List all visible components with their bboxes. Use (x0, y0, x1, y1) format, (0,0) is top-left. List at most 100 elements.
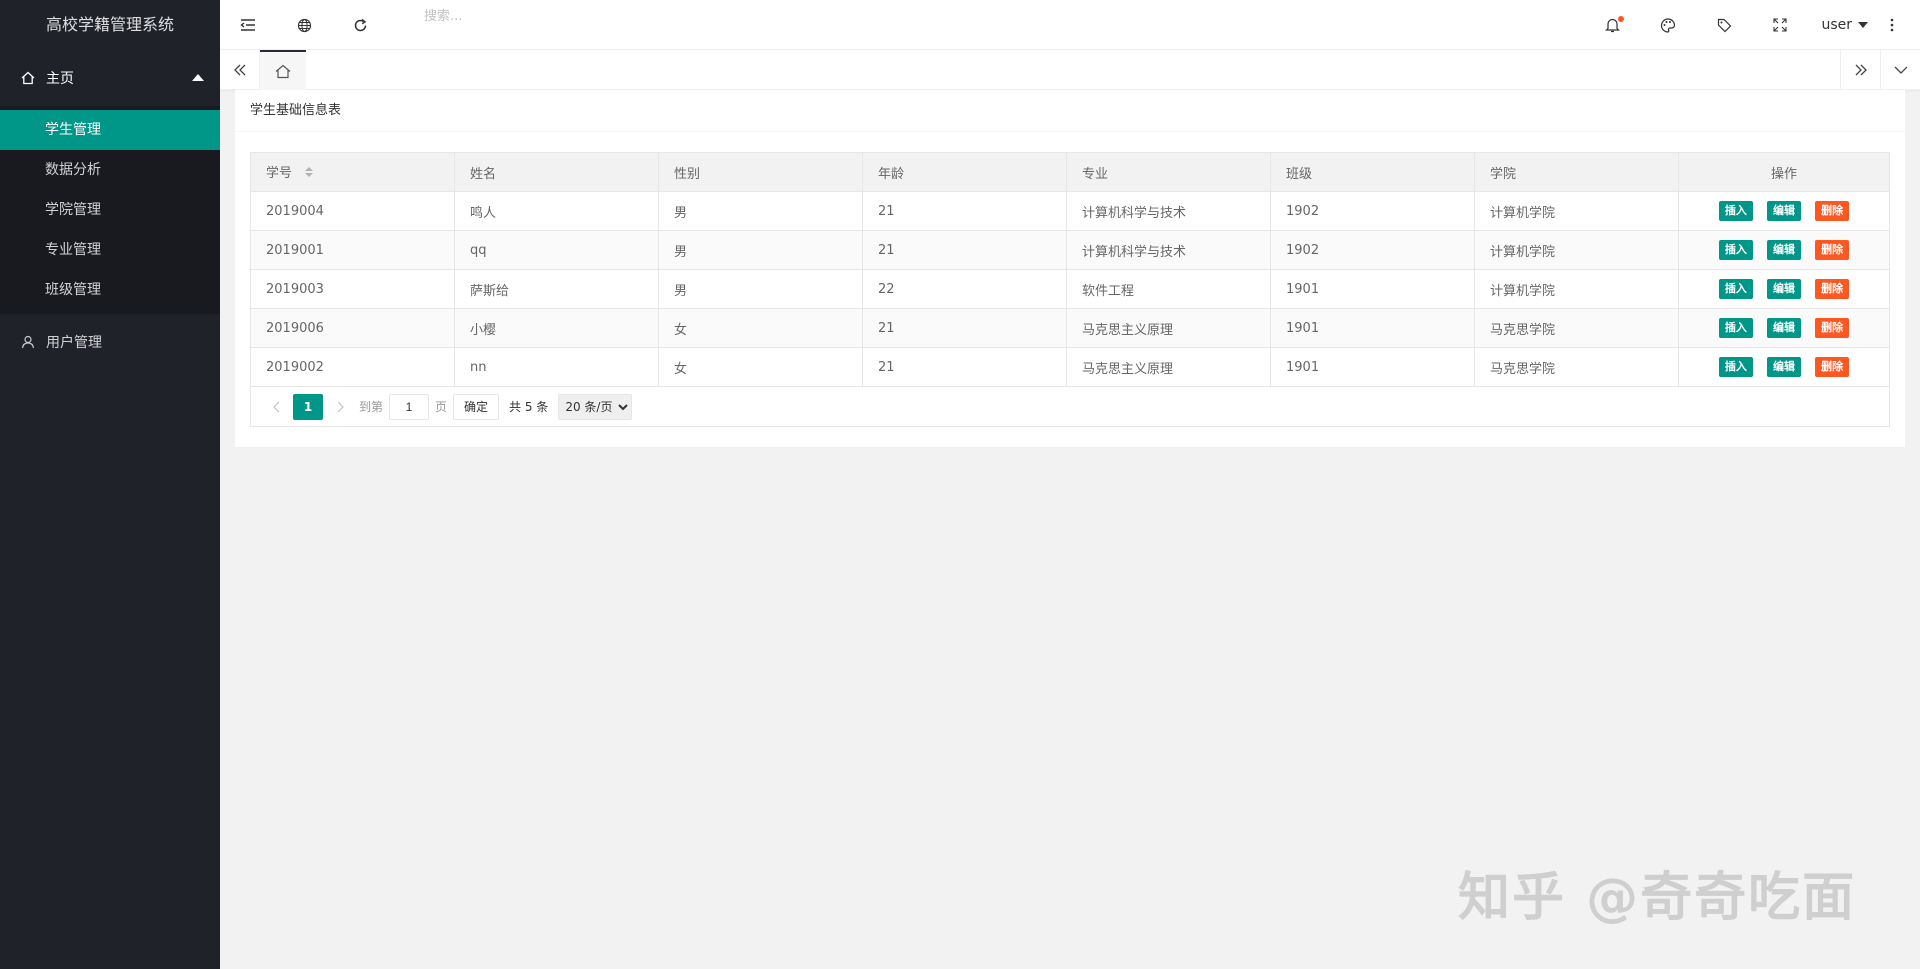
sidebar-group-home[interactable]: 主页 (0, 50, 220, 106)
edit-button[interactable]: 编辑 (1767, 318, 1801, 338)
delete-button[interactable]: 删除 (1815, 357, 1850, 377)
cell-college: 计算机学院 (1474, 230, 1679, 270)
tabs-scroll-right-button[interactable] (1840, 50, 1880, 90)
confirm-page-button[interactable]: 确定 (453, 393, 500, 420)
fullscreen-icon[interactable] (1752, 0, 1808, 50)
cell-actions: 插入 编辑 删除 (1678, 230, 1890, 270)
content-card: 学生基础信息表 学号 姓名 性别 年龄 专业 班级 学院 操作 2019004 … (235, 90, 1905, 447)
sidebar-group-home-label: 主页 (46, 71, 74, 87)
column-header-name: 姓名 (454, 152, 659, 192)
delete-button[interactable]: 删除 (1815, 279, 1850, 299)
cell-id: 2019001 (250, 230, 455, 270)
menu-toggle-icon[interactable] (220, 0, 276, 50)
caret-up-icon (192, 74, 204, 81)
insert-button[interactable]: 插入 (1718, 357, 1753, 377)
cell-gender: 男 (658, 269, 863, 309)
insert-button[interactable]: 插入 (1718, 318, 1753, 338)
cell-college: 计算机学院 (1474, 269, 1679, 309)
cell-name: nn (454, 347, 659, 387)
edit-button[interactable]: 编辑 (1767, 240, 1801, 260)
edit-button[interactable]: 编辑 (1767, 201, 1801, 221)
delete-button[interactable]: 删除 (1815, 201, 1850, 221)
tabs-scroll-left-button[interactable] (220, 50, 260, 90)
cell-class: 1902 (1270, 191, 1475, 231)
sidebar-item-student-management[interactable]: 学生管理 (0, 110, 220, 150)
cell-college: 计算机学院 (1474, 191, 1679, 231)
table-row: 2019003 萨斯给 男 22 软件工程 1901 计算机学院 插入 编辑 删… (250, 269, 1890, 309)
table-header-row: 学号 姓名 性别 年龄 专业 班级 学院 操作 (250, 152, 1890, 192)
home-icon (20, 70, 36, 86)
sidebar-submenu: 学生管理 数据分析 学院管理 专业管理 班级管理 (0, 106, 220, 314)
column-header-class: 班级 (1270, 152, 1475, 192)
cell-gender: 男 (658, 230, 863, 270)
cell-college: 马克思学院 (1474, 308, 1679, 348)
home-tab-icon (275, 64, 291, 78)
total-count: 共 5 条 (509, 400, 549, 414)
sidebar-item-data-analysis[interactable]: 数据分析 (0, 150, 220, 190)
insert-button[interactable]: 插入 (1718, 279, 1753, 299)
tag-icon[interactable] (1696, 0, 1752, 50)
notification-icon[interactable] (1584, 0, 1640, 50)
refresh-icon[interactable] (332, 0, 388, 50)
sidebar-item-class-management[interactable]: 班级管理 (0, 270, 220, 310)
cell-actions: 插入 编辑 删除 (1678, 347, 1890, 387)
pagination: 1 到第 页 确定 共 5 条 20 条/页 (250, 387, 1890, 427)
page-number-input[interactable] (389, 393, 430, 420)
cell-name: 萨斯给 (454, 269, 659, 309)
cell-age: 22 (862, 269, 1067, 309)
notification-badge (1618, 16, 1624, 22)
goto-label: 到第 (359, 400, 384, 414)
cell-id: 2019003 (250, 269, 455, 309)
sort-icon[interactable] (304, 166, 314, 182)
table-row: 2019001 qq 男 21 计算机科学与技术 1902 计算机学院 插入 编… (250, 230, 1890, 270)
edit-button[interactable]: 编辑 (1767, 279, 1801, 299)
column-header-age: 年龄 (862, 152, 1067, 192)
sidebar-group-user-management[interactable]: 用户管理 (0, 314, 220, 370)
insert-button[interactable]: 插入 (1718, 201, 1753, 221)
user-menu[interactable]: user (1821, 0, 1868, 50)
cell-name: 小樱 (454, 308, 659, 348)
tabs-options-dropdown[interactable] (1880, 50, 1920, 90)
search-input[interactable] (424, 6, 644, 26)
sidebar: 高校学籍管理系统 主页 学生管理 数据分析 学院管理 专业管理 班级管理 用户管… (0, 0, 220, 969)
table-row: 2019004 鸣人 男 21 计算机科学与技术 1902 计算机学院 插入 编… (250, 191, 1890, 231)
cell-major: 计算机科学与技术 (1066, 230, 1271, 270)
delete-button[interactable]: 删除 (1815, 240, 1850, 260)
delete-button[interactable]: 删除 (1815, 318, 1850, 338)
edit-button[interactable]: 编辑 (1767, 357, 1801, 377)
column-header-actions: 操作 (1678, 152, 1890, 192)
cell-actions: 插入 编辑 删除 (1678, 308, 1890, 348)
student-table: 学号 姓名 性别 年龄 专业 班级 学院 操作 2019004 鸣人 男 21 … (250, 152, 1890, 387)
card-title: 学生基础信息表 (235, 90, 1905, 132)
cell-college: 马克思学院 (1474, 347, 1679, 387)
top-header: user (220, 0, 1920, 50)
user-name: user (1821, 17, 1852, 33)
cell-gender: 女 (658, 347, 863, 387)
more-vertical-icon[interactable] (1864, 0, 1920, 50)
page-unit-label: 页 (435, 400, 448, 414)
page-size-select[interactable]: 20 条/页 (558, 393, 633, 420)
next-page-icon[interactable] (327, 394, 353, 420)
sidebar-item-major-management[interactable]: 专业管理 (0, 230, 220, 270)
cell-class: 1901 (1270, 308, 1475, 348)
column-header-id[interactable]: 学号 (250, 152, 455, 192)
user-icon (20, 334, 36, 350)
cell-name: 鸣人 (454, 191, 659, 231)
cell-id: 2019004 (250, 191, 455, 231)
tab-home[interactable] (260, 50, 306, 90)
cell-gender: 男 (658, 191, 863, 231)
table-row: 2019006 小樱 女 21 马克思主义原理 1901 马克思学院 插入 编辑… (250, 308, 1890, 348)
cell-gender: 女 (658, 308, 863, 348)
cell-class: 1902 (1270, 230, 1475, 270)
cell-class: 1901 (1270, 269, 1475, 309)
globe-icon[interactable] (276, 0, 332, 50)
prev-page-icon[interactable] (263, 394, 289, 420)
cell-class: 1901 (1270, 347, 1475, 387)
cell-age: 21 (862, 230, 1067, 270)
cell-id: 2019006 (250, 308, 455, 348)
sidebar-item-college-management[interactable]: 学院管理 (0, 190, 220, 230)
cell-name: qq (454, 230, 659, 270)
insert-button[interactable]: 插入 (1718, 240, 1753, 260)
current-page-button[interactable]: 1 (293, 393, 323, 420)
theme-palette-icon[interactable] (1640, 0, 1696, 50)
